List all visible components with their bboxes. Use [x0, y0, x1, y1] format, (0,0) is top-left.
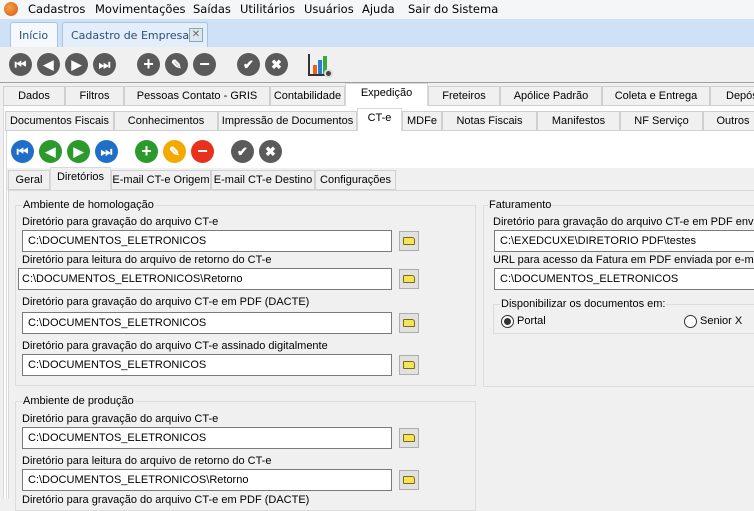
cte-tab-strip: Geral Diretórios E-mail CT-e Origem E-ma…: [7, 167, 754, 191]
main-toolbar: ⏮ ◀ ▶ ⏭ + ✎ − ✔ ✖: [0, 47, 754, 83]
tab-dados[interactable]: Dados: [3, 86, 65, 106]
sub-tab-row: Documentos Fiscais Conhecimentos Impress…: [5, 108, 754, 131]
next-record-icon[interactable]: ▶: [67, 140, 90, 163]
edit-icon[interactable]: ✎: [163, 140, 186, 163]
group-title: Ambiente de produção: [22, 395, 135, 407]
confirm-icon[interactable]: ✔: [231, 140, 254, 163]
menu-usuarios[interactable]: Usuários: [304, 2, 354, 16]
field-label: Diretório para gravação do arquivo CT-e …: [22, 494, 310, 506]
document-tabs: Início Cadastro de Empresas ✕: [0, 19, 754, 47]
tab-mdfe[interactable]: MDFe: [402, 111, 442, 131]
tab-cte[interactable]: CT-e: [357, 108, 402, 131]
browse-folder-button[interactable]: [399, 428, 419, 448]
folder-icon: [403, 237, 415, 245]
tab-email-destino[interactable]: E-mail CT-e Destino: [211, 170, 315, 190]
tab-impressao-documentos[interactable]: Impressão de Documentos: [218, 111, 357, 131]
tab-pessoas-contato[interactable]: Pessoas Contato - GRIS: [124, 86, 270, 106]
last-record-icon[interactable]: ⏭: [93, 53, 116, 76]
remove-icon[interactable]: −: [191, 140, 214, 163]
field-label: Diretório para gravação do arquivo CT-e: [22, 216, 219, 228]
previous-record-icon[interactable]: ◀: [39, 140, 62, 163]
browse-folder-button[interactable]: [399, 269, 419, 289]
tab-conhecimentos[interactable]: Conhecimentos: [114, 111, 218, 131]
menu-movimentacoes[interactable]: Movimentações: [95, 2, 186, 16]
homolog-gravacao-input[interactable]: C:\DOCUMENTOS_ELETRONICOS: [22, 230, 392, 252]
tab-expedicao[interactable]: Expedição: [345, 83, 428, 106]
app-logo-icon: [4, 2, 18, 16]
browse-folder-button[interactable]: [399, 313, 419, 333]
radio-portal[interactable]: [501, 315, 514, 328]
radio-label: Senior X: [700, 315, 743, 327]
field-label: Diretório para leitura do arquivo de ret…: [22, 455, 272, 467]
browse-folder-button[interactable]: [399, 231, 419, 251]
field-label: Diretório para gravação do arquivo CT-e …: [493, 216, 754, 228]
field-label: Diretório para gravação do arquivo CT-e …: [22, 296, 310, 308]
tab-depositos[interactable]: Depós: [710, 86, 754, 106]
group-title: Disponibilizar os documentos em:: [500, 298, 667, 310]
close-tab-icon[interactable]: ✕: [189, 28, 203, 42]
tab-notas-fiscais[interactable]: Notas Fiscais: [442, 111, 537, 131]
homolog-assinado-input[interactable]: C:\DOCUMENTOS_ELETRONICOS: [22, 354, 392, 376]
tab-configuracoes[interactable]: Configurações: [315, 170, 396, 190]
producao-gravacao-input[interactable]: C:\DOCUMENTOS_ELETRONICOS: [22, 427, 392, 449]
doc-tab-label: Início: [19, 29, 49, 42]
tab-manifestos[interactable]: Manifestos: [537, 111, 620, 131]
doc-tab-label: Cadastro de Empresas: [71, 29, 195, 42]
producao-retorno-input[interactable]: C:\DOCUMENTOS_ELETRONICOS\Retorno: [22, 469, 392, 491]
menu-ajuda[interactable]: Ajuda: [362, 2, 395, 16]
field-label: Diretório para gravação do arquivo CT-e: [22, 413, 219, 425]
previous-record-icon[interactable]: ◀: [37, 53, 60, 76]
main-tab-row: Dados Filtros Pessoas Contato - GRIS Con…: [3, 83, 754, 106]
tab-filtros[interactable]: Filtros: [65, 86, 124, 106]
add-icon[interactable]: +: [135, 140, 158, 163]
menu-sair[interactable]: Sair do Sistema: [408, 2, 498, 16]
confirm-icon[interactable]: ✔: [237, 53, 260, 76]
group-title: Ambiente de homologação: [22, 199, 155, 211]
tab-apolice-padrao[interactable]: Apólice Padrão: [500, 86, 602, 106]
cte-toolbar: ⏮ ◀ ▶ ⏭ + ✎ − ✔ ✖: [7, 134, 754, 168]
browse-folder-button[interactable]: [399, 355, 419, 375]
group-title: Faturamento: [488, 199, 553, 211]
faturamento-url-input[interactable]: C:\DOCUMENTOS_ELETRONICOS: [494, 268, 754, 290]
tab-freteiros[interactable]: Freteiros: [428, 86, 500, 106]
report-chart-icon[interactable]: [308, 54, 333, 78]
tab-diretorios[interactable]: Diretórios: [50, 167, 111, 190]
cancel-icon[interactable]: ✖: [259, 140, 282, 163]
first-record-icon[interactable]: ⏮: [11, 140, 34, 163]
folder-icon: [403, 319, 415, 327]
doc-tab-cadastro-empresas[interactable]: Cadastro de Empresas ✕: [62, 22, 208, 47]
add-icon[interactable]: +: [137, 53, 160, 76]
doc-tab-inicio[interactable]: Início: [10, 22, 58, 47]
edit-icon[interactable]: ✎: [165, 53, 188, 76]
tab-email-origem[interactable]: E-mail CT-e Origem: [111, 170, 211, 190]
homolog-retorno-input[interactable]: C:\DOCUMENTOS_ELETRONICOS\Retorno: [18, 268, 392, 290]
last-record-icon[interactable]: ⏭: [95, 140, 118, 163]
menu-bar: Cadastros Movimentações Saídas Utilitári…: [0, 0, 754, 19]
tab-outros[interactable]: Outros: [703, 111, 754, 131]
tab-contabilidade[interactable]: Contabilidade: [270, 86, 345, 106]
menu-saidas[interactable]: Saídas: [193, 2, 231, 16]
tab-geral[interactable]: Geral: [8, 170, 50, 190]
remove-icon[interactable]: −: [193, 53, 216, 76]
next-record-icon[interactable]: ▶: [65, 53, 88, 76]
menu-utilitarios[interactable]: Utilitários: [240, 2, 295, 16]
faturamento-pdf-input[interactable]: C:\EXEDCUXE\DIRETORIO PDF\testes: [494, 230, 754, 252]
tab-coleta-entrega[interactable]: Coleta e Entrega: [602, 86, 710, 106]
folder-icon: [403, 361, 415, 369]
menu-cadastros[interactable]: Cadastros: [28, 2, 85, 16]
radio-senior-x[interactable]: [684, 315, 697, 328]
tab-documentos-fiscais[interactable]: Documentos Fiscais: [5, 111, 114, 131]
homolog-pdf-input[interactable]: C:\DOCUMENTOS_ELETRONICOS: [22, 312, 392, 334]
tab-nf-servico[interactable]: NF Serviço: [620, 111, 703, 131]
first-record-icon[interactable]: ⏮: [9, 53, 32, 76]
folder-icon: [403, 434, 415, 442]
radio-label: Portal: [517, 315, 546, 327]
field-label: Diretório para leitura do arquivo de ret…: [22, 254, 272, 266]
browse-folder-button[interactable]: [399, 470, 419, 490]
field-label: Diretório para gravação do arquivo CT-e …: [22, 340, 328, 352]
cancel-icon[interactable]: ✖: [265, 53, 288, 76]
field-label: URL para acesso da Fatura em PDF enviada…: [493, 254, 754, 266]
folder-icon: [403, 476, 415, 484]
folder-icon: [403, 275, 415, 283]
